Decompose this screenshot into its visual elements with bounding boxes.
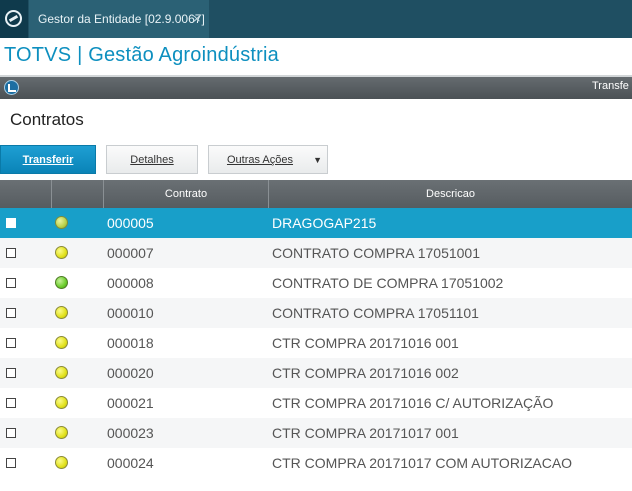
status-indicator-icon [55,396,68,409]
cell-contrato: 000005 [107,215,154,231]
cell-descricao: CTR COMPRA 20171017 COM AUTORIZACAO [272,455,573,471]
cell-descricao: CONTRATO COMPRA 17051001 [272,245,481,261]
tab-gestor-entidade[interactable]: Gestor da Entidade [02.9.0067] [29,0,209,38]
column-header-status[interactable] [52,180,104,208]
cell-contrato: 000024 [107,455,154,471]
table-row[interactable]: 000024 CTR COMPRA 20171017 COM AUTORIZACA… [0,448,632,478]
contracts-grid: Contrato Descricao 000005 DRAGOGAP215 0000… [0,180,632,491]
cell-descricao: CTR COMPRA 20171016 C/ AUTORIZAÇÃO [272,395,554,411]
column-header-select[interactable] [0,180,52,208]
row-checkbox[interactable] [6,308,16,318]
details-button[interactable]: Detalhes [106,145,198,174]
column-header-descricao[interactable]: Descricao [269,180,632,208]
cell-descricao: CONTRATO DE COMPRA 17051002 [272,275,504,291]
status-indicator-icon [55,366,68,379]
chevron-down-icon: ▼ [313,155,322,165]
row-checkbox[interactable] [6,248,16,258]
cell-contrato: 000010 [107,305,154,321]
cell-descricao: CTR COMPRA 20171016 001 [272,335,459,351]
row-checkbox[interactable] [6,278,16,288]
brand-title: TOTVS | Gestão Agroindústria [4,44,279,66]
totvs-logo-icon[interactable] [0,0,28,38]
other-actions-label: Outras Ações [226,154,294,166]
menu-icon[interactable] [4,80,19,95]
toolstrip: Transfe [0,77,632,99]
cell-contrato: 000007 [107,245,154,261]
status-indicator-icon [55,276,68,289]
other-actions-button[interactable]: Outras Ações ▼ [208,145,328,174]
cell-contrato: 000018 [107,335,154,351]
status-indicator-icon [55,246,68,259]
status-indicator-icon [55,426,68,439]
transfer-button[interactable]: Transferir [0,145,96,174]
table-row[interactable]: 000010 CONTRATO COMPRA 17051101 [0,298,632,328]
cell-contrato: 000021 [107,395,154,411]
row-checkbox[interactable] [6,218,16,228]
row-checkbox[interactable] [6,368,16,378]
row-checkbox[interactable] [6,428,16,438]
window-titlebar: Gestor da Entidade [02.9.0067] × [0,0,632,38]
status-indicator-icon [55,456,68,469]
table-row[interactable]: 000007 CONTRATO COMPRA 17051001 [0,238,632,268]
transfer-button-label: Transferir [22,154,74,166]
status-indicator-icon [55,216,68,229]
cell-descricao: CTR COMPRA 20171017 001 [272,425,459,441]
row-checkbox[interactable] [6,458,16,468]
cell-descricao: CTR COMPRA 20171016 002 [272,365,459,381]
cell-contrato: 000020 [107,365,154,381]
table-row[interactable]: 000005 DRAGOGAP215 [0,208,632,238]
table-row[interactable]: 000018 CTR COMPRA 20171016 001 [0,328,632,358]
page-title: Contratos [10,110,84,129]
table-row[interactable]: 000021 CTR COMPRA 20171016 C/ AUTORIZAÇÃO [0,388,632,418]
close-icon[interactable]: × [193,0,201,38]
toolstrip-title: Transfe [592,80,629,92]
grid-header: Contrato Descricao [0,180,632,208]
status-indicator-icon [55,306,68,319]
tab-label: Gestor da Entidade [02.9.0067] [38,12,205,26]
cell-descricao: DRAGOGAP215 [272,215,377,231]
row-checkbox[interactable] [6,398,16,408]
status-indicator-icon [55,336,68,349]
brand-bar: TOTVS | Gestão Agroindústria [0,38,632,76]
cell-descricao: CONTRATO COMPRA 17051101 [272,305,479,321]
details-button-label: Detalhes [130,154,174,166]
table-row[interactable]: 000008 CONTRATO DE COMPRA 17051002 [0,268,632,298]
table-row[interactable]: 000023 CTR COMPRA 20171017 001 [0,418,632,448]
cell-contrato: 000008 [107,275,154,291]
table-row[interactable]: 000020 CTR COMPRA 20171016 002 [0,358,632,388]
cell-contrato: 000023 [107,425,154,441]
row-checkbox[interactable] [6,338,16,348]
column-header-contrato[interactable]: Contrato [104,180,269,208]
